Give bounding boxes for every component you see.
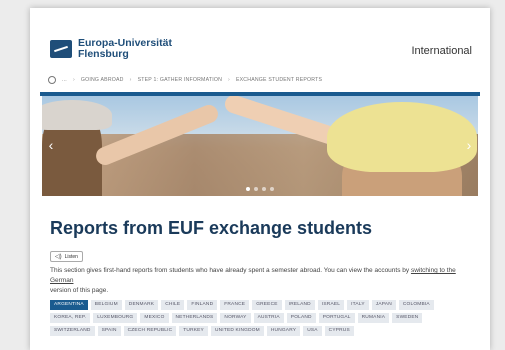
intro-sentence: This section gives first-hand reports fr… [50,267,411,274]
page: Europa-Universität Flensburg Internation… [30,8,490,350]
international-link[interactable]: International [411,45,472,57]
country-tag[interactable]: KOREA, REP. [50,313,91,323]
breadcrumb: ... › GOING ABROAD › STEP 1: GATHER INFO… [48,74,478,86]
logo-text: Europa-Universität Flensburg [78,38,172,60]
cap-left [42,100,112,130]
country-tag[interactable]: RUMANIA [357,313,390,323]
listen-label: Listen [64,253,78,260]
country-tag[interactable]: JAPAN [371,300,396,310]
breadcrumb-item[interactable]: GOING ABROAD [81,77,124,83]
university-logo[interactable]: Europa-Universität Flensburg [50,38,172,60]
breadcrumb-separator: › [228,77,230,83]
breadcrumb-item[interactable]: STEP 1: GATHER INFORMATION [138,77,222,83]
chevron-left-icon[interactable]: ‹ [46,138,56,152]
country-tag[interactable]: AUSTRIA [253,313,284,323]
country-tag[interactable]: TURKEY [179,326,208,336]
country-tag[interactable]: ITALY [347,300,369,310]
carousel-dot[interactable] [262,187,266,191]
country-tag[interactable]: BELGIUM [90,300,122,310]
country-tag[interactable]: SWEDEN [392,313,423,323]
country-tag[interactable]: SPAIN [97,326,121,336]
country-tag[interactable]: CZECH REPUBLIC [123,326,177,336]
intro-text: This section gives first-hand reports fr… [50,266,470,296]
carousel-dot[interactable] [254,187,258,191]
country-tag[interactable]: USA [303,326,322,336]
country-tag[interactable]: ARGENTINA [50,300,88,310]
country-tag[interactable]: NETHERLANDS [171,313,218,323]
home-icon[interactable] [48,76,56,84]
carousel-dots [42,187,478,191]
site-header: Europa-Universität Flensburg Internation… [30,8,490,66]
country-tag[interactable]: IRELAND [284,300,315,310]
country-tag[interactable]: FRANCE [220,300,250,310]
country-tag[interactable]: FINLAND [187,300,218,310]
speaker-icon: ◁) [55,254,62,260]
carousel-dot[interactable] [270,187,274,191]
breadcrumb-separator: › [129,77,132,83]
country-tag[interactable]: ISRAEL [317,300,345,310]
cap-right [327,102,477,172]
country-tag[interactable]: CHILE [161,300,185,310]
country-tag[interactable]: HUNGARY [266,326,301,336]
country-tag[interactable]: MEXICO [140,313,169,323]
country-tag[interactable]: LUXEMBOURG [93,313,138,323]
country-tag[interactable]: DENMARK [124,300,159,310]
intro-end: version of this page. [50,287,109,294]
logo-icon [50,40,72,58]
country-tag[interactable]: SWITZERLAND [50,326,95,336]
listen-button[interactable]: ◁) Listen [50,251,83,262]
chevron-right-icon[interactable]: › [464,138,474,152]
breadcrumb-separator: › [72,77,75,83]
carousel-dot[interactable] [246,187,250,191]
logo-line-2: Flensburg [78,48,129,60]
page-title: Reports from EUF exchange students [50,218,373,238]
country-tag[interactable]: CYPRUS [324,326,354,336]
country-tag[interactable]: COLOMBIA [398,300,434,310]
country-tag[interactable]: GREECE [252,300,282,310]
breadcrumb-item[interactable]: ... [62,77,67,83]
hero-carousel[interactable]: ‹ › [42,96,478,196]
country-tag[interactable]: POLAND [286,313,316,323]
country-tag[interactable]: PORTUGAL [318,313,355,323]
country-tag[interactable]: NORWAY [220,313,251,323]
country-tags: ARGENTINA BELGIUM DENMARK CHILE FINLAND FRANC… [50,300,470,336]
country-tag[interactable]: UNITED KINGDOM [210,326,264,336]
breadcrumb-item-current: EXCHANGE STUDENT REPORTS [235,77,323,83]
